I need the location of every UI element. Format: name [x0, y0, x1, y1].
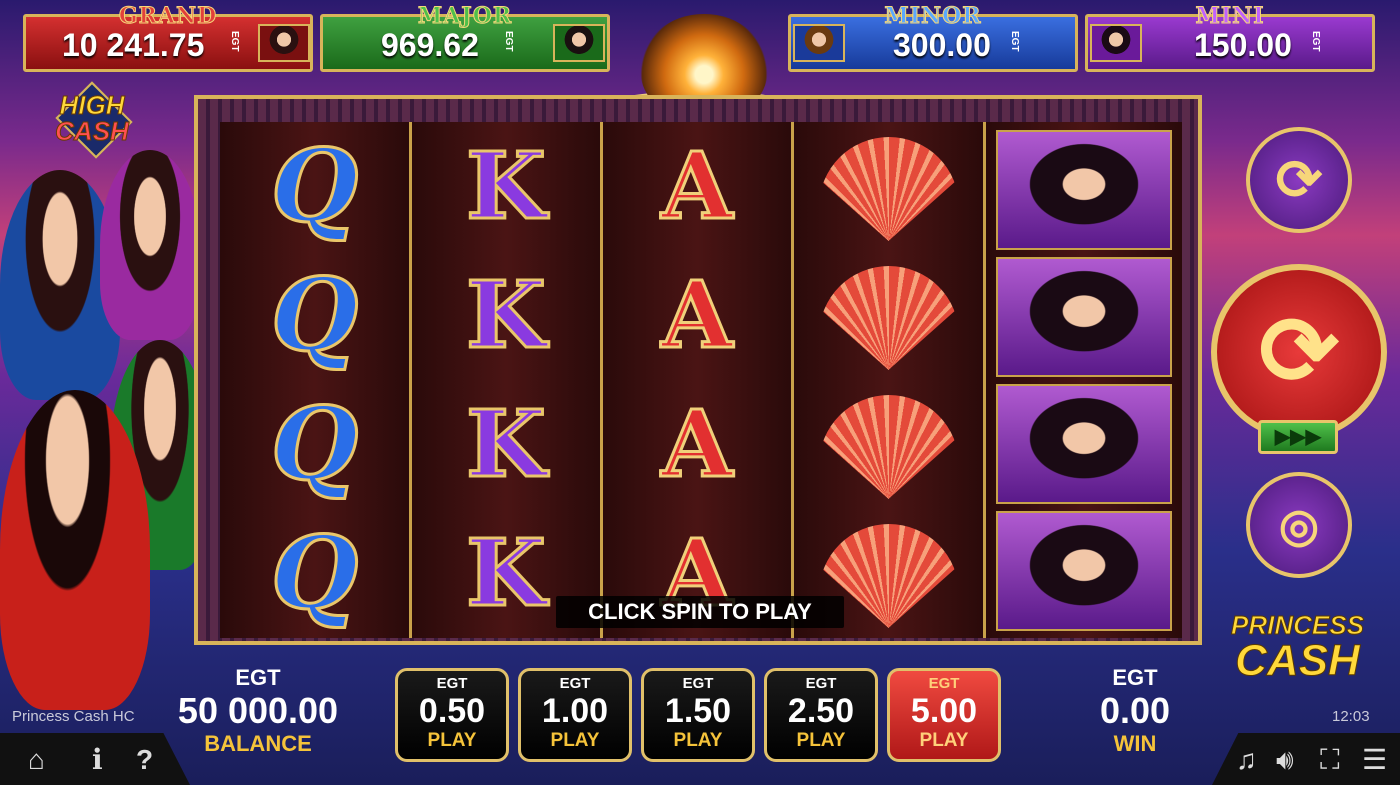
balance-display: EGT 50 000.00 BALANCE [168, 665, 348, 757]
reel-1: Q Q Q Q [220, 122, 412, 638]
reels: Q Q Q Q K K K K A A A A [220, 122, 1182, 638]
symbol-a: A [660, 261, 734, 369]
turbo-button[interactable]: ▶▶▶ [1258, 420, 1338, 454]
info-icon[interactable]: i [92, 744, 103, 776]
bet-play-label: PLAY [919, 730, 969, 751]
bet-button-0-50[interactable]: EGT 0.50 PLAY [395, 668, 509, 762]
home-icon[interactable]: ⌂ [28, 744, 45, 776]
win-currency: EGT [1112, 665, 1158, 690]
menu-icon[interactable]: ☰ [1362, 744, 1387, 776]
high-cash-logo: HIGH CASH [40, 81, 144, 159]
win-label: WIN [1113, 731, 1157, 756]
reel-3: A A A A [603, 122, 794, 638]
coins-icon: ◎ [1278, 499, 1320, 551]
bet-value: 1.50 [664, 692, 732, 730]
symbol-a: A [660, 132, 734, 240]
bet-currency: EGT [805, 675, 837, 692]
autoplay-button[interactable]: ⟳ [1246, 127, 1352, 233]
jackpot-grand-value: 10 241.75 [62, 27, 205, 63]
jackpot-grand-currency: EGT [229, 31, 240, 52]
bet-currency: EGT [559, 675, 591, 692]
reel-4 [794, 122, 986, 638]
game-name: Princess Cash HC [12, 708, 135, 725]
symbol-princess [986, 507, 1182, 635]
bet-play-label: PLAY [673, 730, 723, 751]
bet-button-1-50[interactable]: EGT 1.50 PLAY [641, 668, 755, 762]
win-value: 0.00 [1099, 690, 1171, 731]
win-display: EGT 0.00 WIN [1080, 665, 1190, 757]
jackpot-grand: GRAND 10 241.75 EGT [23, 3, 313, 72]
spin-icon: ⟳ [1258, 298, 1340, 405]
jackpot-major-currency: EGT [503, 31, 514, 52]
jackpot-mini-currency: EGT [1310, 31, 1321, 52]
symbol-k: K [465, 132, 548, 240]
volume-icon[interactable]: 🔊︎ [1276, 744, 1294, 776]
turbo-icon: ▶▶▶ [1274, 426, 1322, 448]
jackpot-minor-value: 300.00 [893, 27, 991, 63]
bet-play-label: PLAY [550, 730, 600, 751]
symbol-q: Q [269, 256, 359, 374]
autoplay-icon: ⟳ [1275, 148, 1323, 211]
spin-prompt-message: CLICK SPIN TO PLAY [556, 596, 844, 628]
bet-value: 5.00 [910, 692, 978, 730]
help-icon[interactable]: ? [136, 744, 153, 776]
princesses-artwork [0, 150, 210, 710]
symbol-q: Q [269, 514, 359, 632]
bet-value: 1.00 [541, 692, 609, 730]
jackpot-grand-portrait [258, 24, 310, 62]
princess-cash-logo-line2: CASH [1235, 636, 1361, 685]
bet-value: 0.50 [418, 692, 486, 730]
bet-settings-button[interactable]: ◎ [1246, 472, 1352, 578]
symbol-k: K [465, 390, 548, 498]
bet-value: 2.50 [787, 692, 855, 730]
balance-currency: EGT [235, 665, 281, 690]
balance-value: 50 000.00 [177, 690, 339, 731]
spin-button[interactable]: ⟳ [1211, 264, 1387, 440]
reel-2: K K K K [412, 122, 603, 638]
clock: 12:03 [1332, 708, 1370, 725]
jackpot-minor-currency: EGT [1009, 31, 1020, 52]
jackpot-minor-portrait [793, 24, 845, 62]
symbol-princess [986, 126, 1182, 254]
music-icon[interactable]: ♫ [1236, 744, 1257, 776]
symbol-princess [986, 380, 1182, 508]
jackpot-minor: MINOR 300.00 EGT [788, 3, 1078, 72]
reel-5 [986, 122, 1182, 638]
symbol-a: A [660, 390, 734, 498]
symbol-q: Q [269, 385, 359, 503]
balance-label: BALANCE [204, 731, 312, 756]
jackpot-mini: MINI 150.00 EGT [1085, 3, 1375, 72]
jackpot-major-value: 969.62 [381, 27, 479, 63]
jackpot-major-portrait [553, 24, 605, 62]
symbol-fan [794, 251, 983, 379]
jackpot-major: MAJOR 969.62 EGT [320, 3, 610, 72]
symbol-fan [794, 122, 983, 250]
bet-currency: EGT [436, 675, 468, 692]
jackpot-mini-value: 150.00 [1194, 27, 1292, 63]
symbol-k: K [465, 261, 548, 369]
bet-button-1-00[interactable]: EGT 1.00 PLAY [518, 668, 632, 762]
fullscreen-icon[interactable]: ⛶ [1320, 744, 1340, 776]
bet-currency: EGT [928, 675, 960, 692]
bet-currency: EGT [682, 675, 714, 692]
high-cash-logo-line2: CASH [55, 116, 130, 147]
jackpot-mini-portrait [1090, 24, 1142, 62]
princess-cash-logo: PRINCESS CASH [1230, 610, 1365, 685]
symbol-princess [986, 253, 1182, 381]
symbol-fan [794, 380, 983, 508]
bet-button-5-00[interactable]: EGT 5.00 PLAY [887, 668, 1001, 762]
bet-button-2-50[interactable]: EGT 2.50 PLAY [764, 668, 878, 762]
bet-play-label: PLAY [796, 730, 846, 751]
bet-play-label: PLAY [427, 730, 477, 751]
symbol-q: Q [269, 127, 359, 245]
